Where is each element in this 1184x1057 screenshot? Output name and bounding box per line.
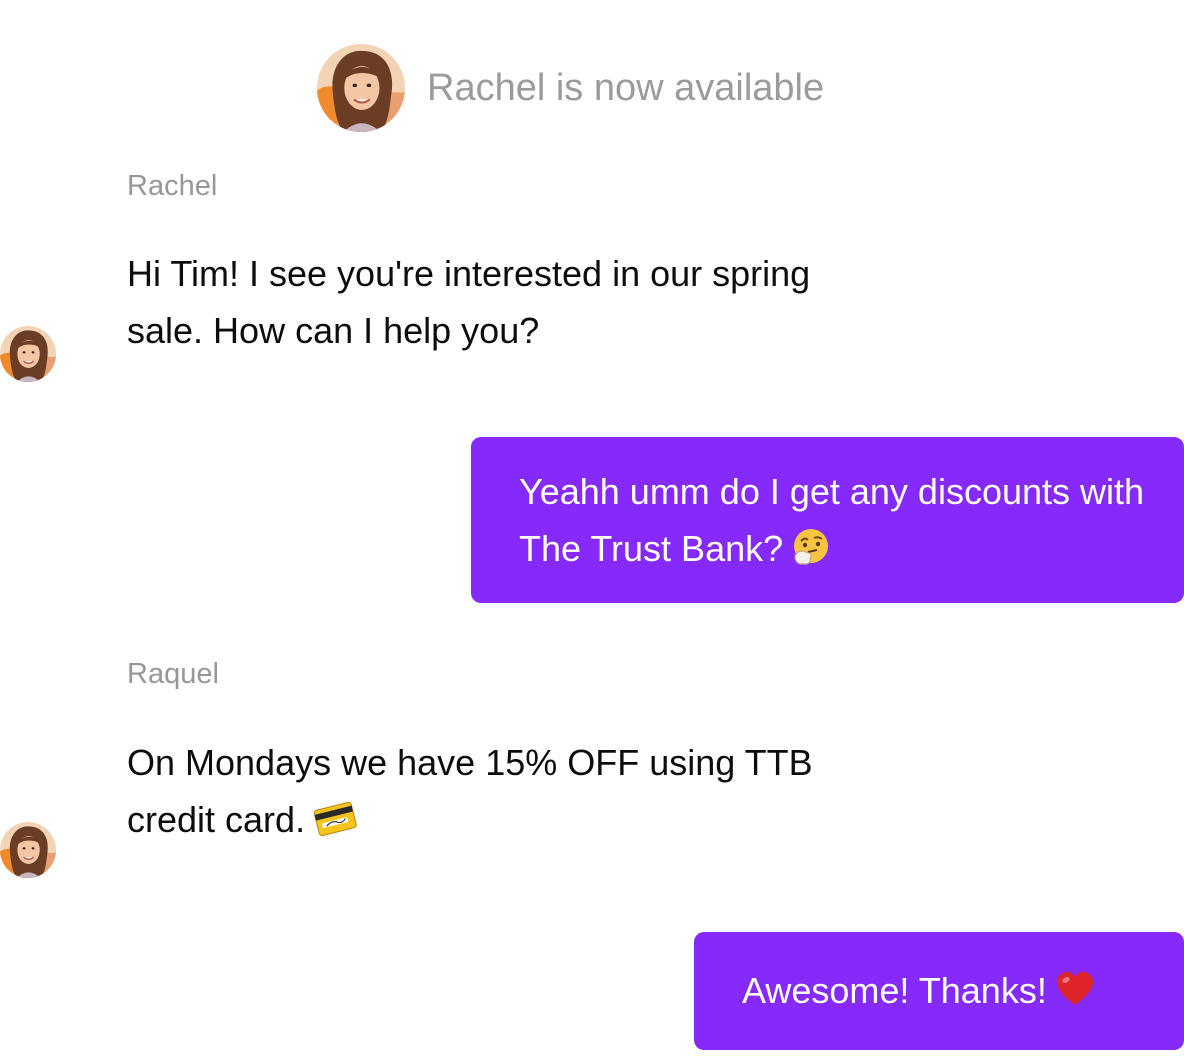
message-text: Hi Tim! I see you're interested in our s…	[127, 253, 811, 351]
message-text: On Mondays we have 15% OFF using TTB cre…	[127, 742, 813, 840]
agent-avatar	[317, 44, 405, 132]
user-message-bubble: Awesome! Thanks!	[694, 932, 1184, 1050]
agent-message: Hi Tim! I see you're interested in our s…	[127, 245, 847, 359]
message-text: Yeahh umm do I get any discounts with Th…	[519, 471, 1145, 569]
agent-avatar	[0, 822, 56, 878]
red-heart-icon	[1055, 970, 1095, 1008]
credit-card-icon	[313, 796, 357, 840]
availability-status: Rachel is now available	[317, 44, 824, 132]
agent-message: On Mondays we have 15% OFF using TTB cre…	[127, 734, 847, 848]
message-text: Awesome! Thanks!	[742, 970, 1047, 1011]
sender-name: Raquel	[127, 658, 219, 690]
thinking-face-icon	[791, 527, 831, 567]
user-message-bubble: Yeahh umm do I get any discounts with Th…	[471, 437, 1184, 603]
sender-name: Rachel	[127, 170, 218, 202]
availability-status-text: Rachel is now available	[427, 66, 825, 109]
agent-avatar	[0, 326, 56, 382]
